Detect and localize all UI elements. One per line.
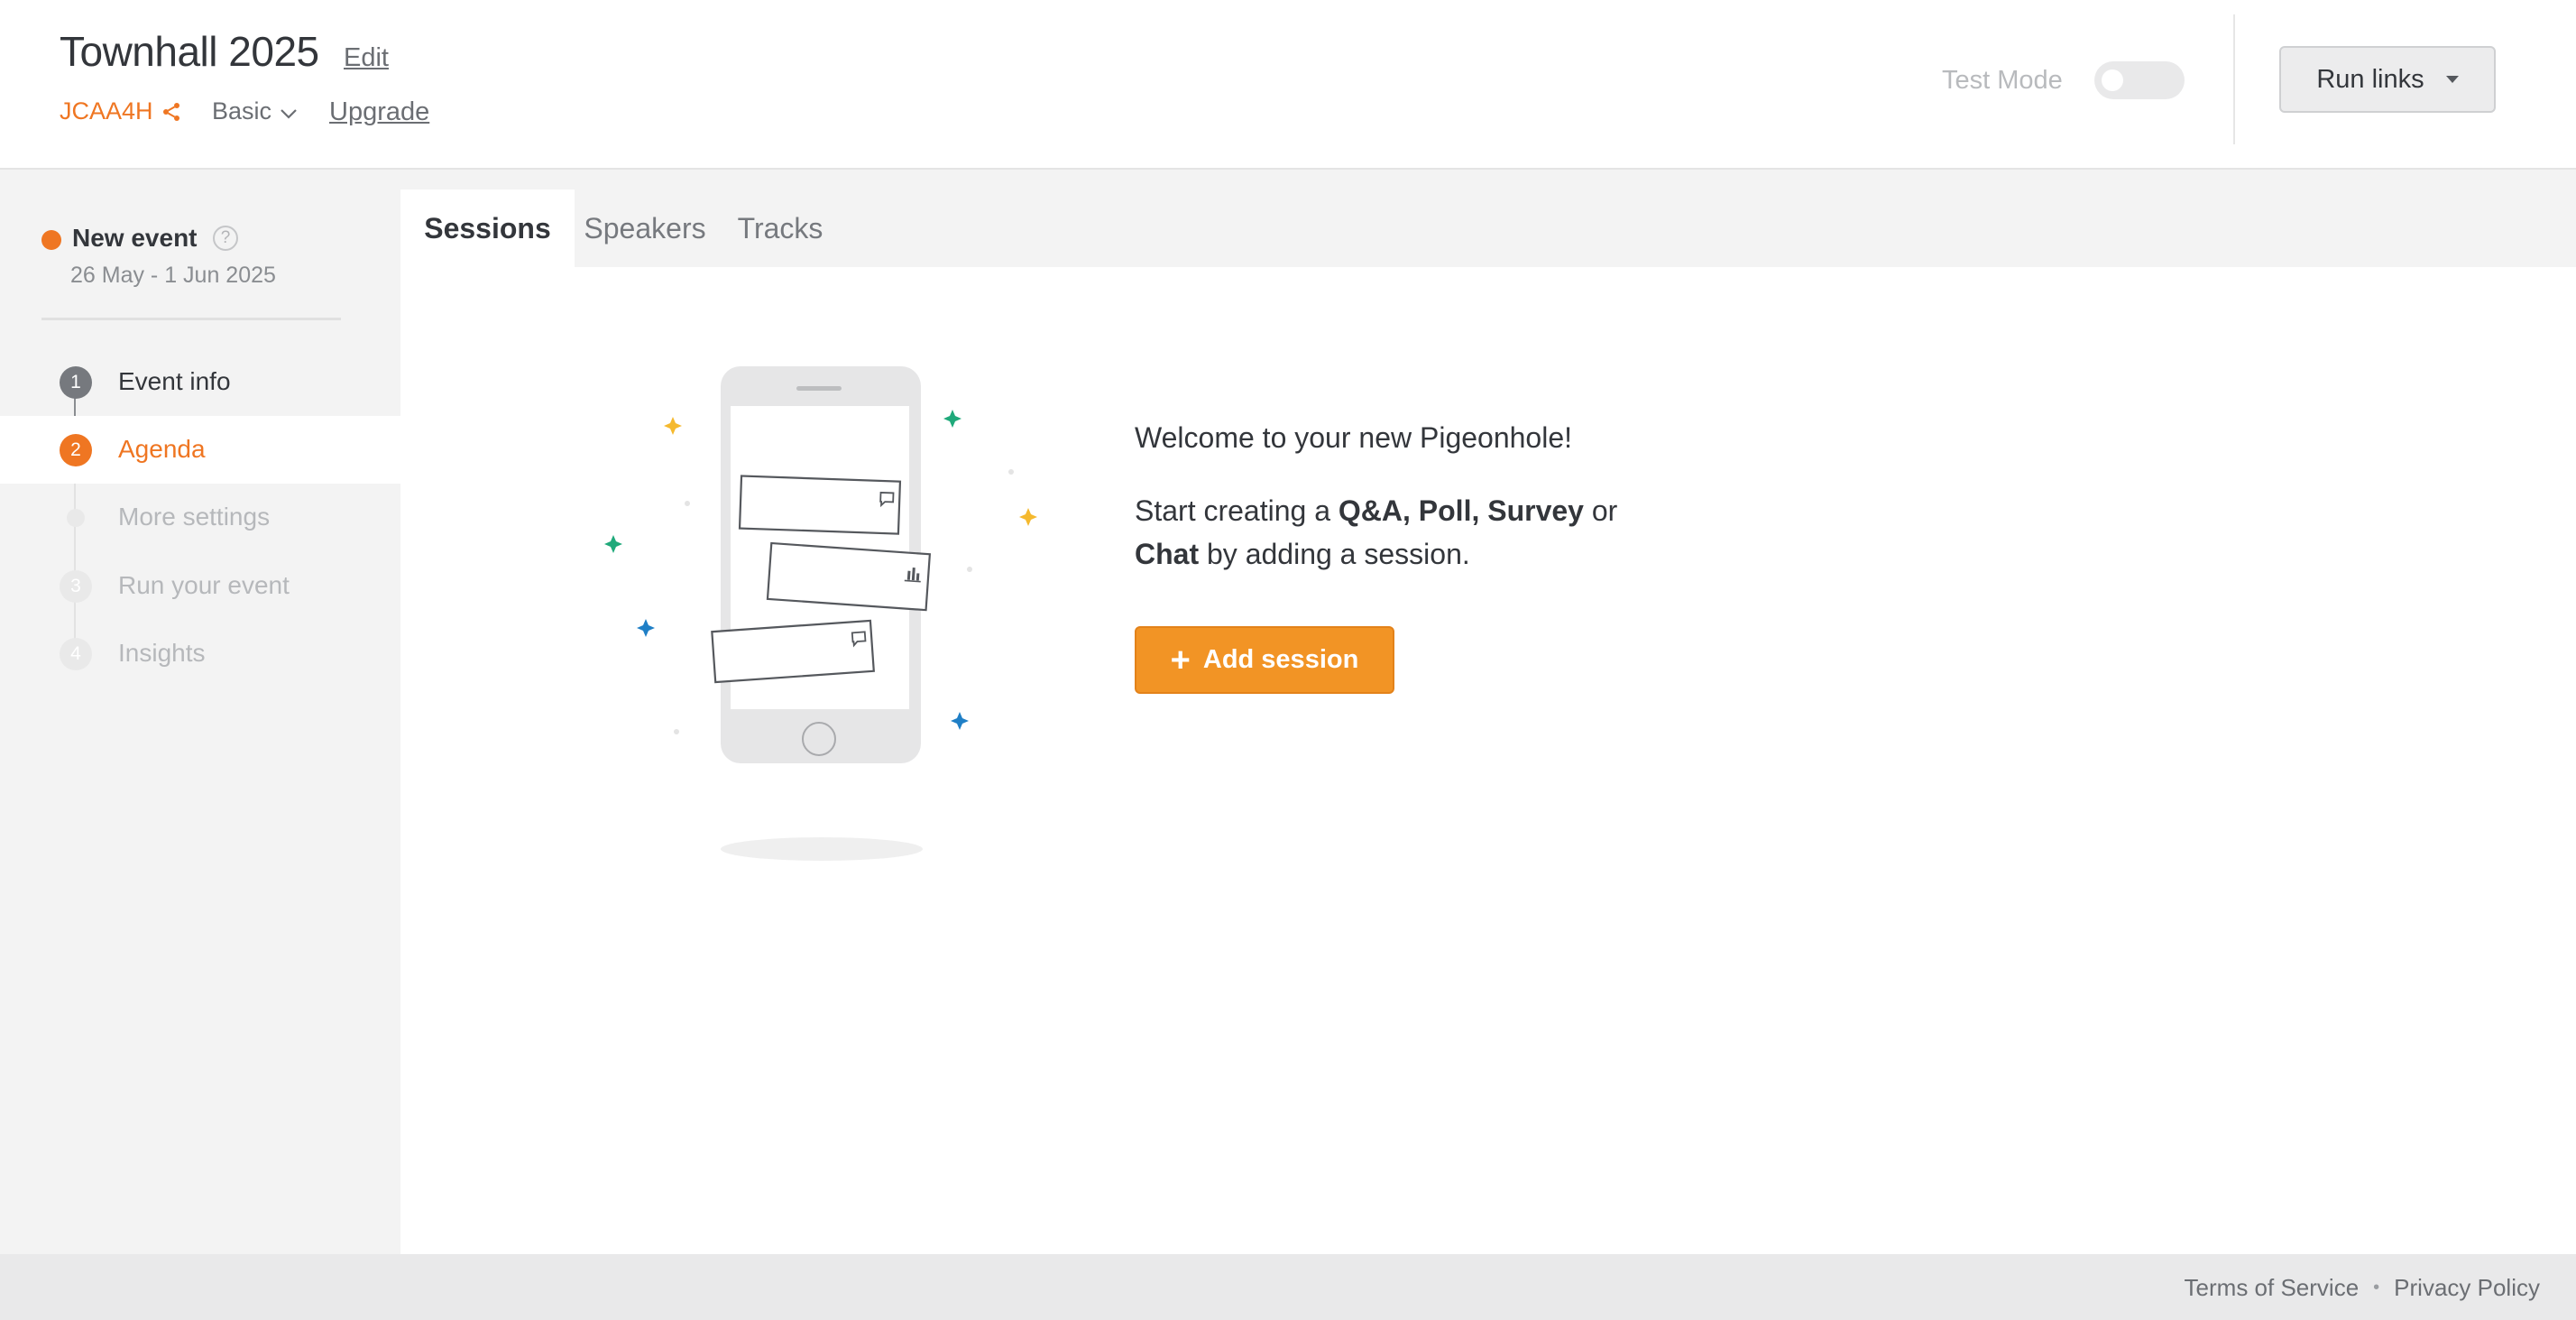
step-label: Event info xyxy=(118,367,231,395)
event-title: Townhall 2025 xyxy=(60,28,319,75)
plan-dropdown[interactable]: Basic xyxy=(212,97,299,125)
step-number-badge: 2 xyxy=(60,434,92,466)
add-session-label: Add session xyxy=(1202,645,1359,674)
sidebar-divider xyxy=(41,318,341,320)
body-sep2: , xyxy=(1471,494,1488,527)
event-status-dot xyxy=(41,230,61,250)
event-status: New event xyxy=(72,224,198,252)
plan-label: Basic xyxy=(212,97,272,125)
edit-event-link[interactable]: Edit xyxy=(344,43,389,73)
toggle-knob xyxy=(2102,69,2123,91)
step-number-badge: 4 xyxy=(60,638,92,670)
event-dates: 26 May - 1 Jun 2025 xyxy=(70,263,276,288)
chevron-down-icon xyxy=(279,102,299,122)
add-session-button[interactable]: + Add session xyxy=(1135,626,1394,694)
body-survey: Survey xyxy=(1487,494,1584,527)
body-prefix: Start creating a xyxy=(1135,494,1339,527)
step-label: Agenda xyxy=(118,435,206,463)
welcome-body: Start creating a Q&A, Poll, Survey or Cha… xyxy=(1135,489,1676,576)
upgrade-link[interactable]: Upgrade xyxy=(329,97,429,127)
step-number-badge: 1 xyxy=(60,366,92,399)
event-code-share-button[interactable]: JCAA4H xyxy=(60,97,182,125)
step-label: More settings xyxy=(118,503,271,531)
tab-bar: Sessions Speakers Tracks xyxy=(400,170,2576,267)
privacy-policy-link[interactable]: Privacy Policy xyxy=(2394,1274,2540,1302)
terms-of-service-link[interactable]: Terms of Service xyxy=(2185,1274,2360,1302)
plus-icon: + xyxy=(1170,641,1191,679)
sidebar-step-insights[interactable]: 4 Insights xyxy=(0,620,400,688)
footer-links: Terms of Service • Privacy Policy xyxy=(2185,1274,2540,1302)
sidebar-step-more-settings[interactable]: More settings xyxy=(0,484,400,551)
sidebar-step-run-your-event[interactable]: 3 Run your event xyxy=(0,552,400,620)
caret-down-icon xyxy=(2445,76,2459,83)
sidebar-step-agenda[interactable]: 2 Agenda xyxy=(0,416,400,484)
main-content: Welcome to your new Pigeonhole! Start cr… xyxy=(400,267,2576,1254)
step-label: Insights xyxy=(118,639,206,667)
app-footer: Terms of Service • Privacy Policy xyxy=(0,1254,2576,1320)
step-label: Run your event xyxy=(118,571,290,599)
phone-illustration xyxy=(604,366,1037,861)
tab-tracks[interactable]: Tracks xyxy=(731,189,830,267)
body-or: or xyxy=(1583,494,1618,527)
share-icon xyxy=(161,101,182,123)
welcome-title: Welcome to your new Pigeonhole! xyxy=(1135,421,1573,454)
footer-separator: • xyxy=(2373,1278,2380,1297)
tab-speakers[interactable]: Speakers xyxy=(581,189,709,267)
test-mode-label: Test Mode xyxy=(1942,66,2063,95)
sidebar-step-event-info[interactable]: 1 Event info xyxy=(0,348,400,416)
event-code: JCAA4H xyxy=(60,97,153,125)
body-sep1: , xyxy=(1403,494,1419,527)
test-mode-toggle[interactable] xyxy=(2094,61,2185,99)
body-poll: Poll xyxy=(1418,494,1472,527)
body-qa: Q&A xyxy=(1338,494,1403,527)
header-divider xyxy=(2233,14,2235,144)
sidebar: New event ? 26 May - 1 Jun 2025 1 Event … xyxy=(0,170,400,1254)
step-dot xyxy=(67,509,85,527)
run-links-button[interactable]: Run links xyxy=(2279,46,2496,113)
app-header: Townhall 2025 Edit JCAA4H Basic Upgrade … xyxy=(0,0,2576,170)
body-chat: Chat xyxy=(1135,538,1200,570)
step-number-badge: 3 xyxy=(60,570,92,603)
body-suffix: by adding a session. xyxy=(1199,538,1470,570)
run-links-label: Run links xyxy=(2316,64,2424,94)
tab-sessions[interactable]: Sessions xyxy=(400,189,575,267)
help-circle-icon[interactable]: ? xyxy=(213,226,238,251)
